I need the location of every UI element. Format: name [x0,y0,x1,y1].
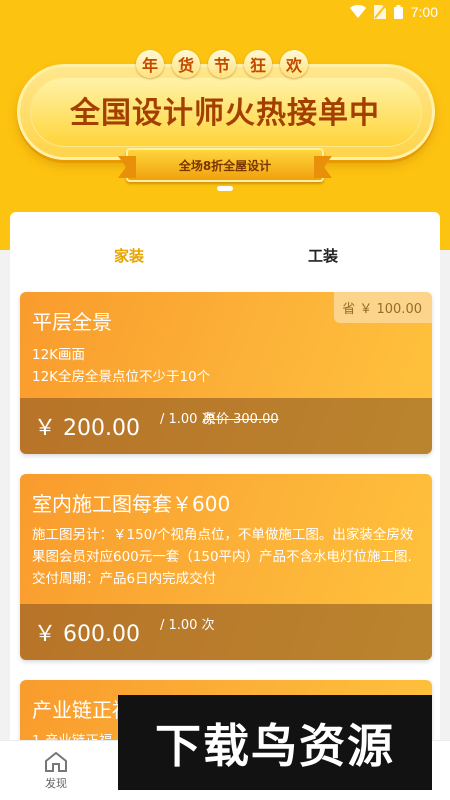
card-description-line: 12K全房全景点位不少于10个 [32,369,211,385]
festival-char: 节 [208,50,236,78]
card-title: 平层全景 [32,310,112,334]
home-icon [45,751,67,772]
festival-char: 货 [172,50,200,78]
banner-ribbon: 全场8折全屋设计 [126,148,324,182]
watermark-overlay: 下载鸟资源 [118,695,432,790]
package-card[interactable]: 平层全景 省 ￥ 100.00 12K画面 12K全房全景点位不少于10个 ￥ … [20,292,432,454]
nav-item-find[interactable]: 发现 [36,751,76,791]
card-description: 12K画面 12K全房全景点位不少于10个 [32,344,420,388]
card-original-price: 原价 300.00 [203,412,279,427]
banner-headline: 全国设计师火热接单中 [70,96,380,131]
package-card[interactable]: 室内施工图每套￥600 施工图另计：￥150/个视角点位，不单做施工图。出家装全… [20,474,432,660]
festival-char: 狂 [244,50,272,78]
card-price: ￥ 200.00 [34,416,140,441]
card-unit: / 1.00 次 [160,618,215,633]
battery-icon [393,5,403,19]
festival-char: 欢 [280,50,308,78]
festival-char: 年 [136,50,164,78]
card-price-bar: ￥ 200.00 / 1.00 次 原价 300.00 [20,398,432,454]
nav-item-label: 发现 [45,777,67,790]
card-title: 室内施工图每套￥600 [32,492,231,516]
status-time: 7:00 [410,4,438,20]
card-title: 产业链正福 [32,698,132,722]
savings-badge: 省 ￥ 100.00 [334,292,432,323]
carousel-indicator [217,186,233,191]
status-icons: 7:00 [349,4,438,20]
status-bar: 7:00 [0,0,450,26]
festival-title: 年 货 节 狂 欢 [136,50,308,78]
tab-commercial-decoration[interactable]: 工装 [308,245,338,266]
card-price: ￥ 600.00 [34,622,140,647]
card-price-bar: ￥ 600.00 / 1.00 次 [20,604,432,660]
sim-icon [373,5,386,19]
category-tabs: 家装 工装 [10,212,440,282]
card-description: 施工图另计：￥150/个视角点位，不单做施工图。出家装全房效果图会员对应600元… [32,527,414,587]
card-description-line: 12K画面 [32,347,86,363]
wifi-icon [349,5,366,18]
tab-home-decoration[interactable]: 家装 [114,245,144,266]
